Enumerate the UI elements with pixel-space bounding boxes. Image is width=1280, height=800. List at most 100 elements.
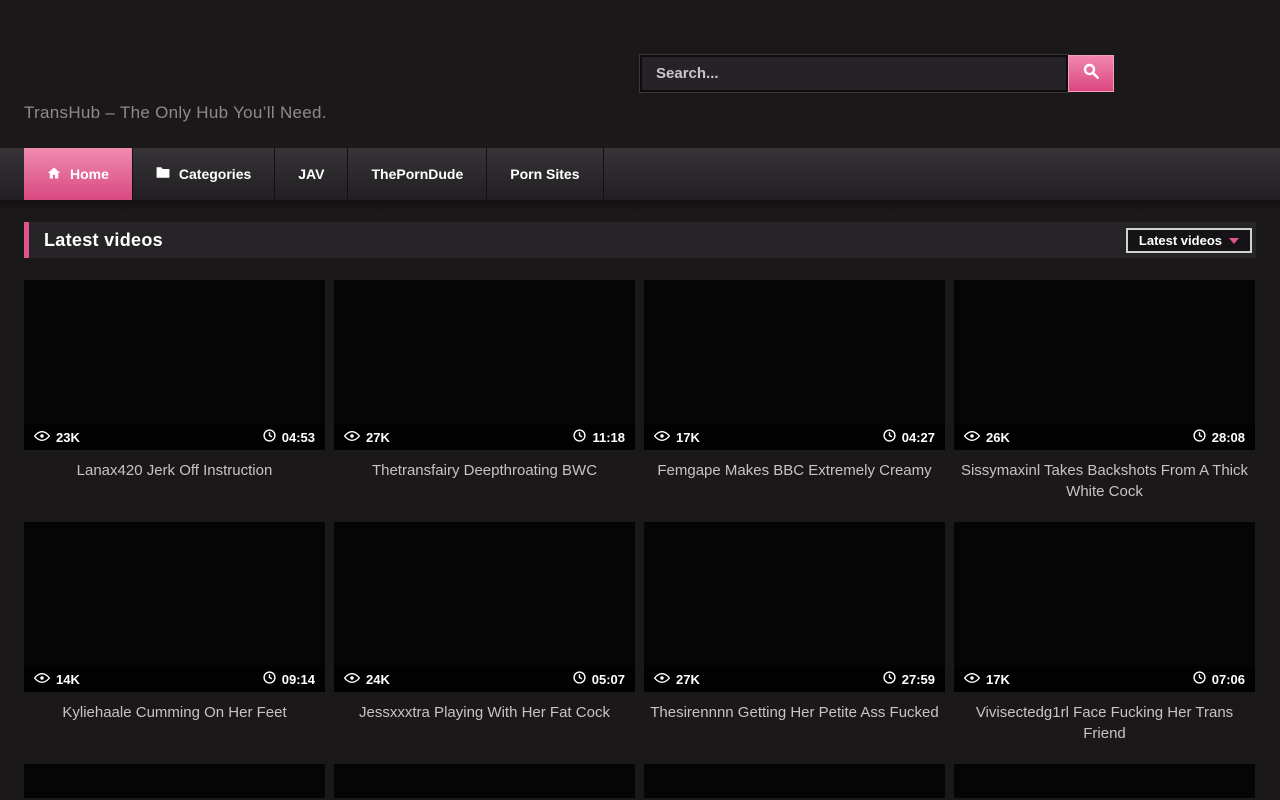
search-input[interactable] xyxy=(640,55,1068,92)
video-thumbnail[interactable] xyxy=(644,764,945,798)
video-card[interactable]: 14K 09:14 Kyliehaale Cumming On Her Feet xyxy=(24,522,325,764)
video-card[interactable]: 17K 04:27 Femgape Makes BBC Extremely Cr… xyxy=(644,280,945,522)
video-card[interactable]: 23K 04:53 Lanax420 Jerk Off Instruction xyxy=(24,280,325,522)
video-thumbnail[interactable] xyxy=(24,764,325,798)
clock-icon xyxy=(573,671,586,687)
views-stat: 14K xyxy=(34,672,80,687)
duration-value: 11:18 xyxy=(592,430,625,445)
video-stats: 27K 27:59 xyxy=(644,666,945,692)
section-title: Latest videos xyxy=(44,230,163,251)
video-stats: 17K 07:06 xyxy=(954,666,1255,692)
video-title[interactable]: Thetransfairy Deepthroating BWC xyxy=(340,460,629,502)
video-stats: 26K 28:08 xyxy=(954,424,1255,450)
nav-item-porn-sites[interactable]: Porn Sites xyxy=(487,148,603,200)
views-count: 27K xyxy=(676,672,700,687)
views-stat: 24K xyxy=(344,672,390,687)
views-count: 24K xyxy=(366,672,390,687)
nav-item-label: ThePornDude xyxy=(371,166,463,182)
video-thumbnail[interactable]: 17K 04:27 xyxy=(644,280,945,450)
section-header: Latest videos Latest videos xyxy=(24,222,1256,258)
video-card[interactable]: 24K 05:07 Jessxxxtra Playing With Her Fa… xyxy=(334,522,635,764)
duration-stat: 28:08 xyxy=(1193,429,1245,445)
clock-icon xyxy=(883,429,896,445)
eye-icon xyxy=(34,430,50,445)
clock-icon xyxy=(263,429,276,445)
duration-stat: 04:27 xyxy=(883,429,935,445)
views-count: 17K xyxy=(986,672,1010,687)
video-title[interactable]: Femgape Makes BBC Extremely Creamy xyxy=(650,460,939,502)
video-thumbnail[interactable]: 27K 27:59 xyxy=(644,522,945,692)
video-card[interactable]: 27K 27:59 Thesirennnn Getting Her Petite… xyxy=(644,522,945,764)
duration-value: 28:08 xyxy=(1212,430,1245,445)
views-count: 27K xyxy=(366,430,390,445)
clock-icon xyxy=(1193,671,1206,687)
views-stat: 17K xyxy=(654,430,700,445)
nav-item-label: Categories xyxy=(179,166,251,182)
video-stats: 17K 04:27 xyxy=(644,424,945,450)
video-thumbnail[interactable]: 26K 28:08 xyxy=(954,280,1255,450)
clock-icon xyxy=(573,429,586,445)
eye-icon xyxy=(344,672,360,687)
video-title[interactable]: Sissymaxinl Takes Backshots From A Thick… xyxy=(960,460,1249,502)
sort-dropdown-label: Latest videos xyxy=(1139,233,1222,248)
nav-item-categories[interactable]: Categories xyxy=(133,148,275,200)
nav-item-label: Porn Sites xyxy=(510,166,579,182)
video-thumbnail[interactable] xyxy=(334,764,635,798)
video-title[interactable]: Kyliehaale Cumming On Her Feet xyxy=(30,702,319,744)
video-card[interactable]: 26K 28:08 Sissymaxinl Takes Backshots Fr… xyxy=(954,280,1255,522)
duration-value: 27:59 xyxy=(902,672,935,687)
duration-stat: 05:07 xyxy=(573,671,625,687)
views-stat: 26K xyxy=(964,430,1010,445)
clock-icon xyxy=(1193,429,1206,445)
duration-stat: 11:18 xyxy=(573,429,625,445)
nav-item-home[interactable]: Home xyxy=(24,148,133,200)
duration-stat: 09:14 xyxy=(263,671,315,687)
views-stat: 23K xyxy=(34,430,80,445)
main-nav: Home Categories JAV ThePornDude Porn Sit… xyxy=(0,148,1280,200)
views-stat: 27K xyxy=(344,430,390,445)
views-stat: 27K xyxy=(654,672,700,687)
video-thumbnail[interactable]: 23K 04:53 xyxy=(24,280,325,450)
home-icon xyxy=(47,166,61,183)
views-stat: 17K xyxy=(964,672,1010,687)
nav-item-jav[interactable]: JAV xyxy=(275,148,348,200)
video-thumbnail[interactable]: 24K 05:07 xyxy=(334,522,635,692)
clock-icon xyxy=(883,671,896,687)
site-tagline: TransHub – The Only Hub You’ll Need. xyxy=(24,103,327,123)
eye-icon xyxy=(654,430,670,445)
main-content: Latest videos Latest videos 23K 04:53 xyxy=(24,222,1256,798)
clock-icon xyxy=(263,671,276,687)
duration-value: 05:07 xyxy=(592,672,625,687)
video-title[interactable]: Lanax420 Jerk Off Instruction xyxy=(30,460,319,502)
video-title[interactable]: Jessxxxtra Playing With Her Fat Cock xyxy=(340,702,629,744)
video-card[interactable]: 17K 07:06 Vivisectedg1rl Face Fucking He… xyxy=(954,522,1255,764)
duration-stat: 27:59 xyxy=(883,671,935,687)
duration-value: 07:06 xyxy=(1212,672,1245,687)
eye-icon xyxy=(654,672,670,687)
video-card[interactable]: 27K 11:18 Thetransfairy Deepthroating BW… xyxy=(334,280,635,522)
nav-item-theporndude[interactable]: ThePornDude xyxy=(348,148,487,200)
views-count: 17K xyxy=(676,430,700,445)
duration-value: 04:27 xyxy=(902,430,935,445)
video-stats: 24K 05:07 xyxy=(334,666,635,692)
duration-value: 04:53 xyxy=(282,430,315,445)
sort-dropdown[interactable]: Latest videos xyxy=(1126,228,1252,253)
search-button[interactable] xyxy=(1068,55,1114,92)
video-title[interactable]: Thesirennnn Getting Her Petite Ass Fucke… xyxy=(650,702,939,744)
eye-icon xyxy=(964,672,980,687)
video-title[interactable]: Vivisectedg1rl Face Fucking Her Trans Fr… xyxy=(960,702,1249,744)
nav-item-label: Home xyxy=(70,166,109,182)
chevron-down-icon xyxy=(1229,238,1239,244)
video-thumbnail[interactable]: 14K 09:14 xyxy=(24,522,325,692)
folder-icon xyxy=(156,166,170,182)
video-grid: 23K 04:53 Lanax420 Jerk Off Instruction … xyxy=(24,280,1256,798)
video-stats: 23K 04:53 xyxy=(24,424,325,450)
views-count: 23K xyxy=(56,430,80,445)
video-thumbnail[interactable] xyxy=(954,764,1255,798)
duration-stat: 04:53 xyxy=(263,429,315,445)
video-thumbnail[interactable]: 17K 07:06 xyxy=(954,522,1255,692)
duration-stat: 07:06 xyxy=(1193,671,1245,687)
video-thumbnail[interactable]: 27K 11:18 xyxy=(334,280,635,450)
views-count: 26K xyxy=(986,430,1010,445)
nav-item-label: JAV xyxy=(298,166,324,182)
